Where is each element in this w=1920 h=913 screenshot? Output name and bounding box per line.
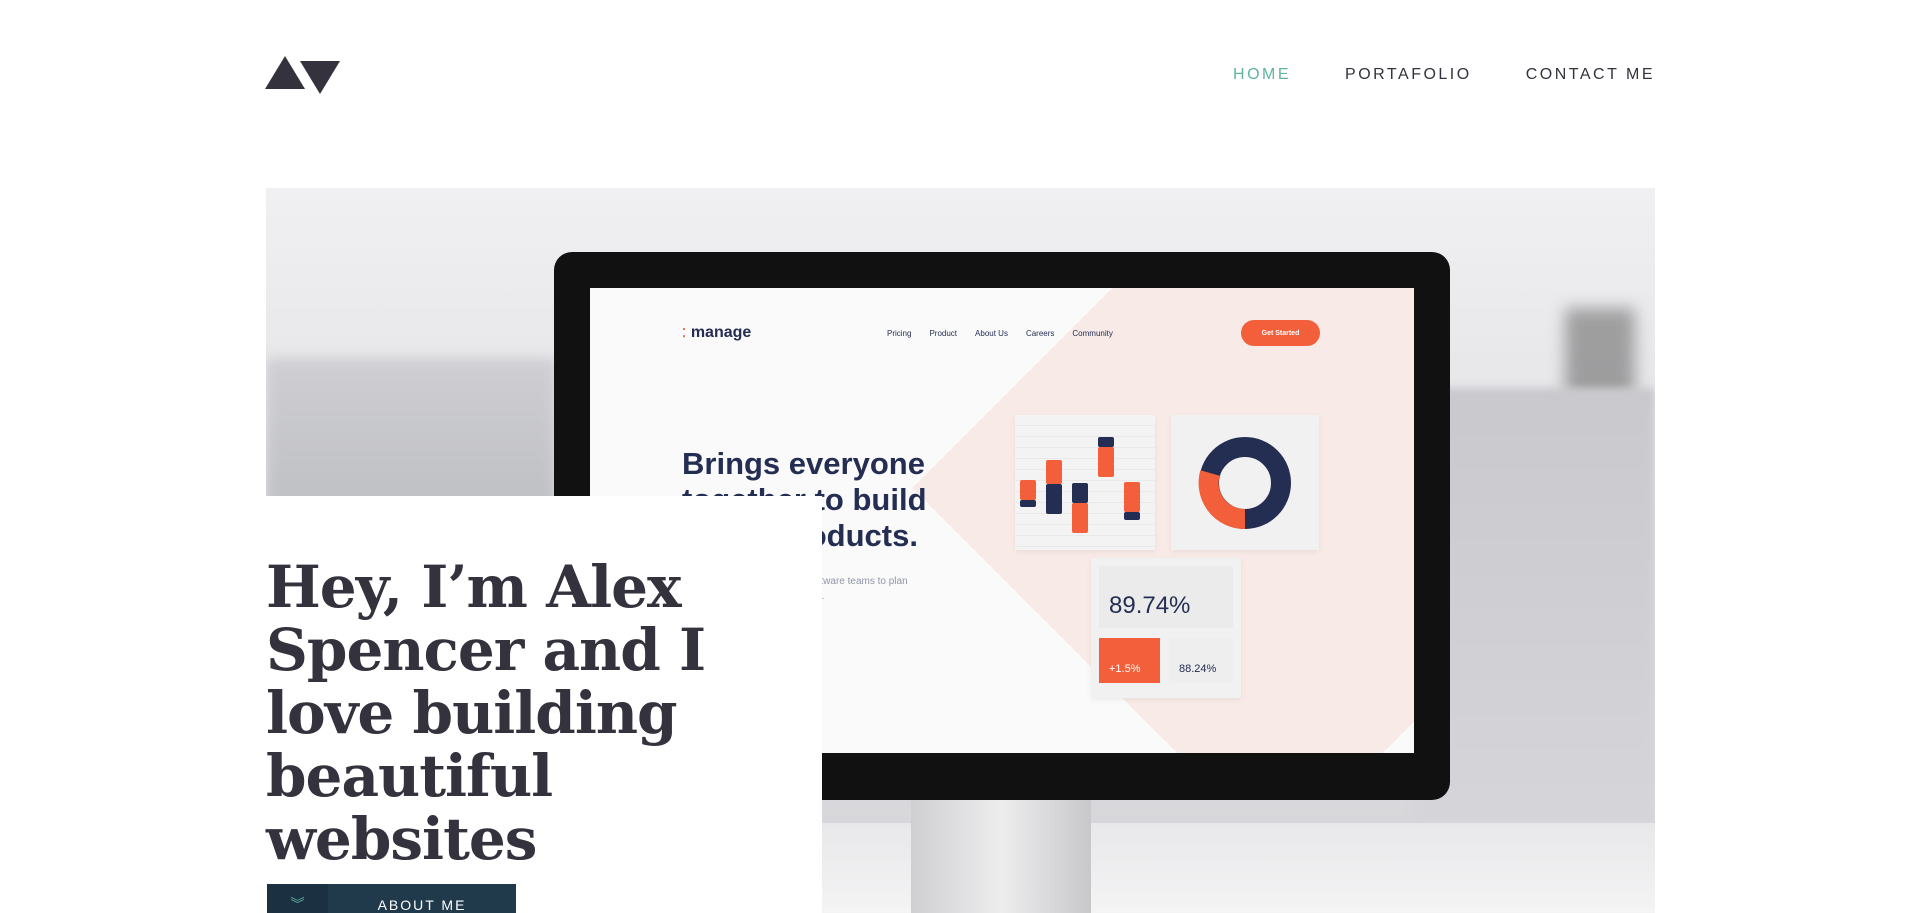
about-me-button[interactable]: ︾ ABOUT ME bbox=[267, 884, 516, 913]
mockup-bar-card bbox=[1015, 415, 1155, 550]
mockup-stat-change: +1.5% bbox=[1099, 638, 1160, 683]
mockup-logo: ⁚ manage bbox=[682, 324, 751, 342]
mockup-brand: manage bbox=[690, 324, 752, 341]
mockup-stat-secondary: 88.24% bbox=[1169, 638, 1233, 683]
mockup-bar-chart bbox=[1020, 437, 1140, 533]
mockup-nav-product: Product bbox=[929, 329, 958, 338]
background-blur-right-top bbox=[1565, 308, 1635, 398]
mockup-nav-about: About Us bbox=[975, 329, 1008, 338]
intro-panel: Hey, I’m Alex Spencer and I love buildin… bbox=[266, 496, 822, 913]
mockup-cta: Get Started bbox=[1241, 320, 1320, 346]
bar-2b bbox=[1046, 484, 1062, 514]
mockup-logo-dots-icon: ⁚ bbox=[682, 326, 686, 340]
about-me-label: ABOUT ME bbox=[377, 897, 467, 913]
bar-2a bbox=[1046, 460, 1062, 484]
mockup-nav-community: Community bbox=[1072, 329, 1113, 338]
background-blur-left bbox=[266, 358, 556, 508]
chevron-down-icon: ︾ bbox=[267, 884, 328, 913]
bar-5a bbox=[1124, 482, 1140, 512]
monitor-stand bbox=[911, 798, 1091, 913]
main-nav: HOME PORTAFOLIO CONTACT ME bbox=[1233, 66, 1655, 84]
mockup-nav-pricing: Pricing bbox=[887, 329, 912, 338]
mockup-nav: Pricing Product About Us Careers Communi… bbox=[887, 329, 1113, 338]
mockup-donut-card bbox=[1171, 415, 1319, 550]
nav-contact-me[interactable]: CONTACT ME bbox=[1526, 66, 1655, 84]
bar-3b bbox=[1072, 503, 1088, 533]
mockup-stats-card: 89.74% +1.5% 88.24% bbox=[1091, 558, 1241, 698]
bar-4a bbox=[1098, 437, 1114, 447]
donut-segment-orange bbox=[1198, 469, 1246, 529]
hero-title: Hey, I’m Alex Spencer and I love buildin… bbox=[266, 553, 706, 873]
nav-portafolio[interactable]: PORTAFOLIO bbox=[1345, 66, 1472, 84]
mockup-nav-careers: Careers bbox=[1025, 329, 1055, 338]
bar-3a bbox=[1072, 483, 1088, 503]
nav-home[interactable]: HOME bbox=[1233, 66, 1291, 84]
bar-4b bbox=[1098, 447, 1114, 477]
mockup-stat-main: 89.74% bbox=[1099, 566, 1233, 628]
bar-1b bbox=[1020, 500, 1036, 507]
bar-5b bbox=[1124, 512, 1140, 520]
logo-triangles-icon[interactable] bbox=[265, 54, 340, 96]
mockup-donut-chart bbox=[1198, 436, 1291, 529]
bar-1a bbox=[1020, 480, 1036, 500]
site-header: HOME PORTAFOLIO CONTACT ME bbox=[265, 52, 1655, 100]
